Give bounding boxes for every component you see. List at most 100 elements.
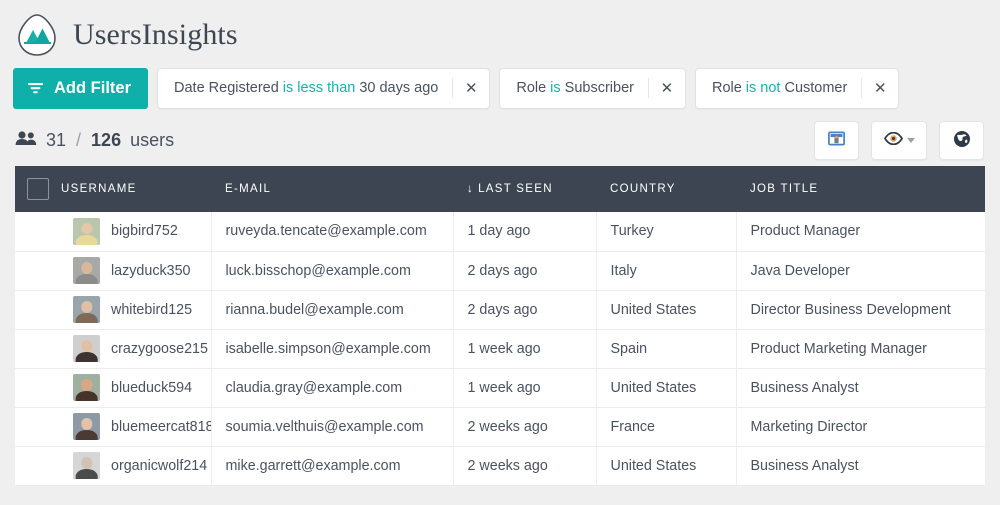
table-row[interactable]: lazyduck350 luck.bisschop@example.com 2 da… <box>15 251 985 290</box>
filter-field: Date Registered <box>174 80 279 96</box>
username-label[interactable]: crazygoose215 <box>111 341 208 357</box>
cell-last-seen: 1 day ago <box>453 212 597 251</box>
username-label[interactable]: bluemeercat818 <box>111 419 210 435</box>
app-page: UsersInsights Add Filter Date Registered… <box>0 0 1000 505</box>
column-header-country[interactable]: COUNTRY <box>596 166 736 212</box>
username-label[interactable]: bigbird752 <box>111 223 178 239</box>
filter-operator: is <box>550 80 561 96</box>
filter-operator: is less than <box>282 80 356 96</box>
cell-country: Spain <box>596 329 737 368</box>
table-row[interactable]: bigbird752 ruveyda.tencate@example.com 1 d… <box>15 212 985 251</box>
cell-last-seen: 2 weeks ago <box>453 407 597 446</box>
sort-desc-icon: ↓ <box>467 183 475 195</box>
cell-job-title: Director Business Development <box>750 301 951 318</box>
mountain-logo-icon <box>13 11 61 59</box>
cell-country: France <box>596 407 737 446</box>
table-row[interactable]: organicwolf214 mike.garrett@example.com 2 … <box>15 446 985 485</box>
cell-job-title: Java Developer <box>750 262 850 279</box>
username-label[interactable]: whitebird125 <box>111 302 192 318</box>
cell-job-title: Business Analyst <box>750 457 859 474</box>
username-label[interactable]: lazyduck350 <box>111 263 190 279</box>
cell-username: organicwolf214 <box>61 446 212 485</box>
cell-job-title: Product Manager <box>750 223 861 240</box>
visible-columns-button[interactable] <box>871 120 927 160</box>
export-button[interactable] <box>814 120 859 160</box>
column-header-job-title[interactable]: JOB TITLE <box>736 166 985 212</box>
results-summary-row: 31 / 126 users <box>0 114 1000 166</box>
cell-username: bluemeercat818 <box>61 407 212 446</box>
users-table-container: USERNAME E-MAIL ↓ LAST SEEN COUNTRY JOB T… <box>0 166 1000 486</box>
username-label[interactable]: blueduck594 <box>111 380 192 396</box>
column-label: USERNAME <box>61 183 137 195</box>
cell-country: United States <box>596 368 737 407</box>
cell-email: mike.garrett@example.com <box>211 446 454 485</box>
filter-chip-role-subscriber[interactable]: Role is Subscriber ✕ <box>499 67 686 109</box>
cell-username: crazygoose215 <box>61 329 212 368</box>
column-label: COUNTRY <box>610 183 676 195</box>
filter-field: Role <box>711 80 742 96</box>
user-count: 31 / 126 users <box>15 130 174 151</box>
cell-email: ruveyda.tencate@example.com <box>211 212 454 251</box>
count-separator: / <box>76 129 82 150</box>
users-table: USERNAME E-MAIL ↓ LAST SEEN COUNTRY JOB T… <box>15 166 985 486</box>
table-header-row: USERNAME E-MAIL ↓ LAST SEEN COUNTRY JOB T… <box>15 166 985 212</box>
cell-job-title: Product Marketing Manager <box>750 340 927 357</box>
column-header-last-seen[interactable]: ↓ LAST SEEN <box>453 166 596 212</box>
app-header: UsersInsights <box>0 0 1000 62</box>
row-select-cell <box>15 212 61 251</box>
filter-chip-date-registered[interactable]: Date Registered is less than 30 days ago… <box>157 67 491 109</box>
shown-count: 31 <box>46 129 67 150</box>
row-select-cell <box>15 446 61 485</box>
username-label[interactable]: organicwolf214 <box>111 458 207 474</box>
close-icon[interactable]: ✕ <box>862 69 898 108</box>
cell-username: whitebird125 <box>61 290 212 329</box>
cell-country: Italy <box>596 251 737 290</box>
add-filter-label: Add Filter <box>54 78 131 97</box>
table-row[interactable]: bluemeercat818 soumia.velthuis@example.co… <box>15 407 985 446</box>
avatar <box>73 452 100 479</box>
avatar <box>73 413 100 440</box>
cell-country: Turkey <box>596 212 737 251</box>
table-actions <box>814 120 984 160</box>
users-icon <box>15 130 37 151</box>
avatar <box>73 374 100 401</box>
avatar <box>73 335 100 362</box>
cell-last-seen: 1 week ago <box>453 368 597 407</box>
eye-icon <box>883 131 903 148</box>
select-all-header <box>15 166 61 212</box>
avatar <box>73 257 100 284</box>
row-select-cell <box>15 290 61 329</box>
total-count: 126 <box>91 129 122 150</box>
cell-email: claudia.gray@example.com <box>211 368 454 407</box>
column-header-username[interactable]: USERNAME <box>61 166 211 212</box>
globe-button[interactable] <box>939 120 984 160</box>
chevron-down-icon <box>906 137 915 143</box>
funnel-icon <box>27 81 44 95</box>
filter-value: Subscriber <box>564 80 634 96</box>
cell-country: United States <box>596 290 737 329</box>
close-icon[interactable]: ✕ <box>453 69 489 108</box>
column-header-email[interactable]: E-MAIL <box>211 166 453 212</box>
filter-value: Customer <box>784 80 848 96</box>
column-label: E-MAIL <box>225 183 272 195</box>
count-unit: users <box>130 129 175 150</box>
close-icon[interactable]: ✕ <box>649 69 685 108</box>
add-filter-button[interactable]: Add Filter <box>13 67 148 109</box>
cell-job-title: Marketing Director <box>750 418 868 435</box>
cell-username: bigbird752 <box>61 212 212 251</box>
cell-username: blueduck594 <box>61 368 212 407</box>
cell-last-seen: 2 days ago <box>453 290 597 329</box>
filter-value: 30 days ago <box>359 80 439 96</box>
column-label: LAST SEEN <box>478 183 553 195</box>
table-row[interactable]: blueduck594 claudia.gray@example.com 1 wee… <box>15 368 985 407</box>
select-all-checkbox[interactable] <box>27 178 49 200</box>
filter-field: Role <box>516 80 547 96</box>
cell-last-seen: 2 days ago <box>453 251 597 290</box>
cell-email: soumia.velthuis@example.com <box>211 407 454 446</box>
cell-username: lazyduck350 <box>61 251 212 290</box>
table-row[interactable]: whitebird125 rianna.budel@example.com 2 da… <box>15 290 985 329</box>
cell-job-title: Business Analyst <box>750 379 859 396</box>
column-label: JOB TITLE <box>750 183 819 195</box>
table-row[interactable]: crazygoose215 isabelle.simpson@example.co… <box>15 329 985 368</box>
filter-chip-role-not-customer[interactable]: Role is not Customer ✕ <box>694 67 900 109</box>
